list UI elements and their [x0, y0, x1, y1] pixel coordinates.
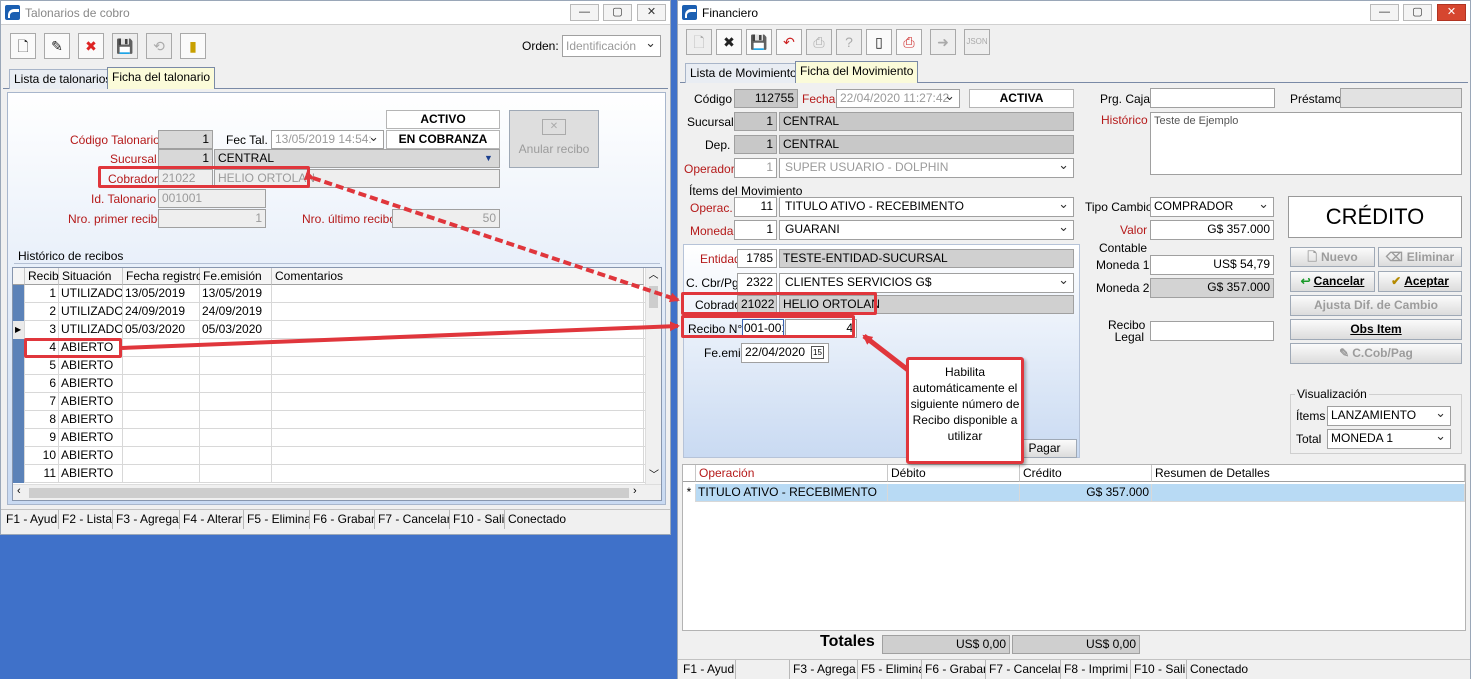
- annotation-arrows: [121, 170, 910, 372]
- annotation-callout: Habilita automáticamente el siguiente nú…: [906, 357, 1024, 464]
- callout-arrow: [862, 334, 910, 372]
- dashed-arrow-cobrador: [303, 170, 680, 303]
- solid-arrow-recibo: [121, 321, 680, 350]
